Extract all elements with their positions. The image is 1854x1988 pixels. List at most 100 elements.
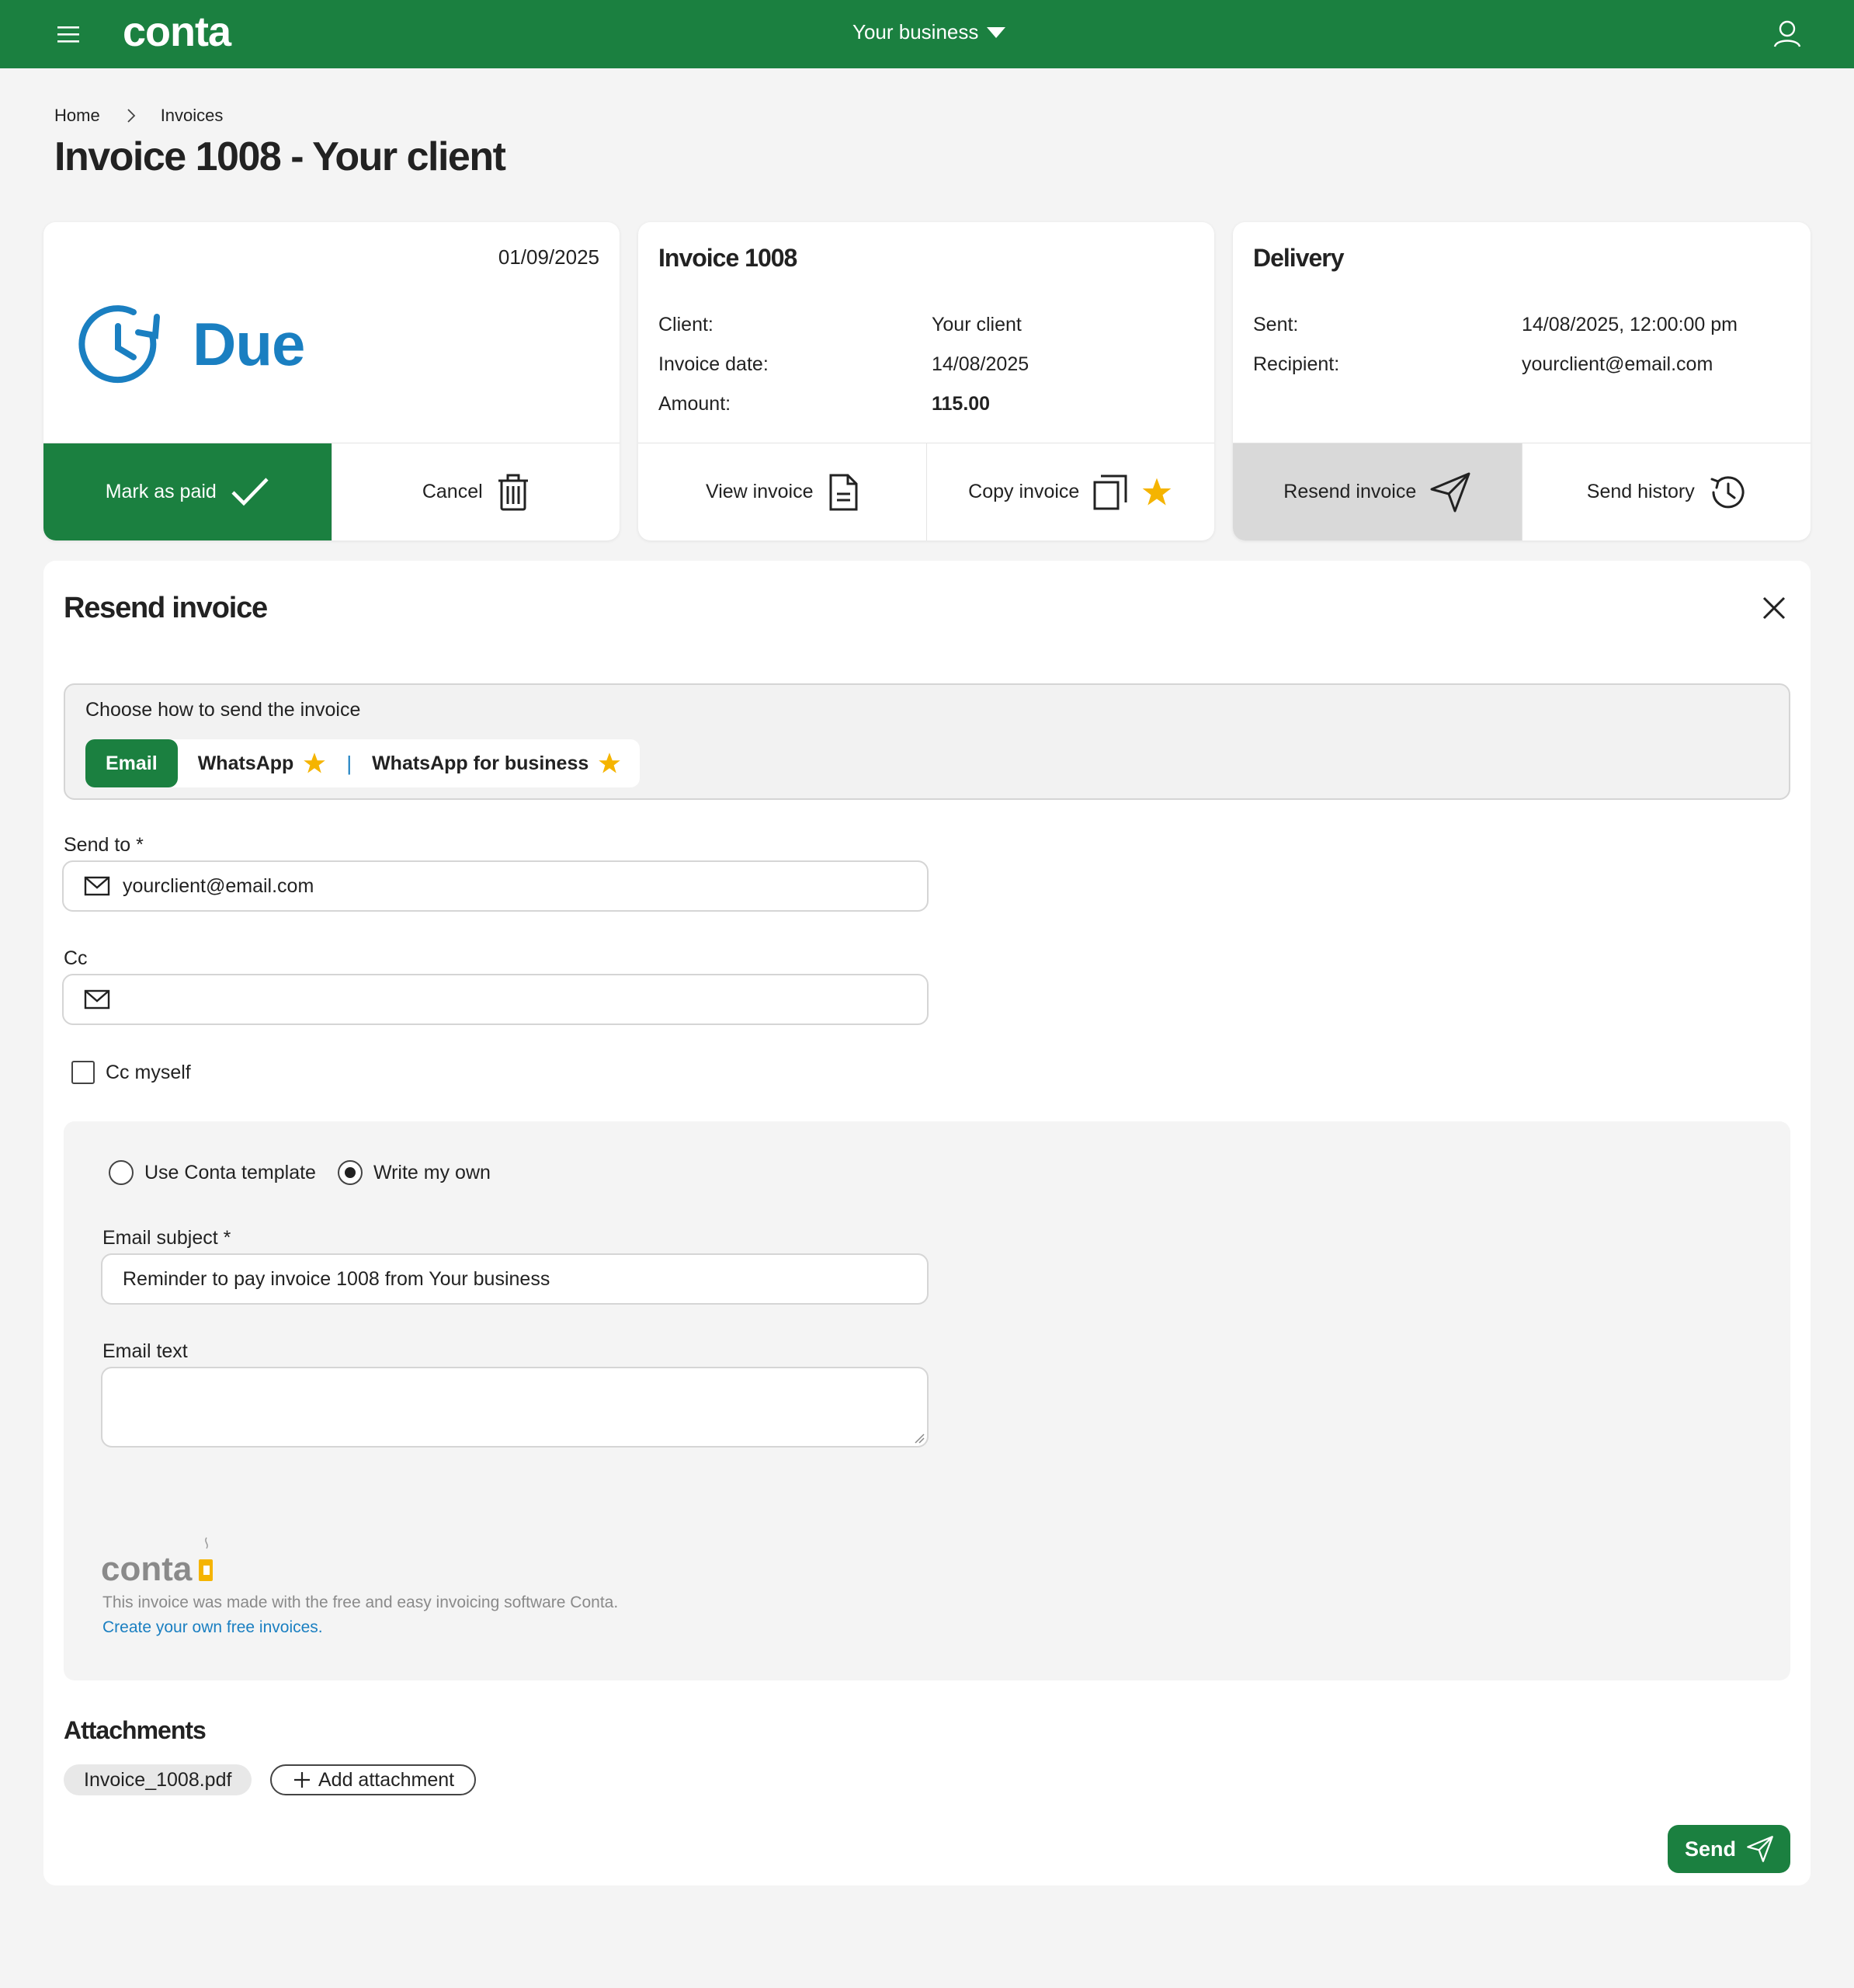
send-method-box: Choose how to send the invoice Email Wha… <box>64 683 1790 800</box>
send-icon <box>1430 472 1470 512</box>
resend-invoice-label: Resend invoice <box>1283 481 1417 502</box>
send-button[interactable]: Send <box>1668 1825 1790 1873</box>
business-name: Your business <box>852 20 979 43</box>
invoice-card: Invoice 1008 Client: Your client Invoice … <box>638 222 1214 540</box>
method-whatsapp-option[interactable]: WhatsApp <box>178 739 327 787</box>
chevron-right-icon <box>127 109 135 123</box>
clock-icon <box>78 305 160 384</box>
invoice-date-value: 14/08/2025 <box>932 353 1029 375</box>
business-selector[interactable]: Your business <box>852 20 1006 44</box>
method-whatsapp-business-option[interactable]: WhatsApp for business <box>372 739 621 787</box>
email-content-box: Use Conta template Write my own Email su… <box>64 1121 1790 1680</box>
client-value: Your client <box>932 314 1022 335</box>
footer-link[interactable]: Create your own free invoices. <box>102 1618 323 1637</box>
whatsapp-business-label: WhatsApp for business <box>372 752 589 774</box>
amount-value: 115.00 <box>932 393 991 415</box>
mail-icon <box>84 876 110 896</box>
attachment-chip[interactable]: Invoice_1008.pdf <box>64 1764 252 1795</box>
mail-icon <box>84 989 110 1010</box>
copy-invoice-button[interactable]: Copy invoice <box>925 443 1215 540</box>
email-subject-label: Email subject * <box>102 1227 231 1249</box>
use-template-option[interactable]: Use Conta template <box>109 1160 316 1185</box>
add-attachment-label: Add attachment <box>318 1768 455 1791</box>
mark-as-paid-label: Mark as paid <box>105 481 217 502</box>
resend-panel: Resend invoice Choose how to send the in… <box>43 561 1811 1885</box>
app-logo[interactable]: conta <box>123 8 231 56</box>
user-icon[interactable] <box>1772 19 1802 48</box>
send-icon <box>1747 1836 1773 1862</box>
page-title: Invoice 1008 - Your client <box>54 134 506 179</box>
cc-field[interactable] <box>62 974 929 1025</box>
invoice-date-label: Invoice date: <box>658 353 769 375</box>
view-invoice-button[interactable]: View invoice <box>638 443 926 540</box>
email-text-area[interactable] <box>101 1367 929 1448</box>
resize-handle-icon[interactable] <box>914 1433 925 1444</box>
template-choice: Use Conta template Write my own <box>109 1160 512 1185</box>
history-icon <box>1710 475 1745 508</box>
breadcrumb: Home Invoices <box>54 106 223 126</box>
amount-label: Amount: <box>658 393 731 415</box>
document-icon <box>829 474 857 510</box>
breadcrumb-invoices[interactable]: Invoices <box>161 106 224 126</box>
sent-value: 14/08/2025, 12:00:00 pm <box>1522 314 1738 335</box>
use-template-radio[interactable] <box>109 1160 134 1185</box>
cancel-label: Cancel <box>422 481 483 502</box>
star-icon <box>1142 478 1172 506</box>
breadcrumb-home[interactable]: Home <box>54 106 100 126</box>
trash-icon <box>498 474 528 510</box>
email-subject-field[interactable]: Reminder to pay invoice 1008 from Your b… <box>101 1253 929 1305</box>
client-label: Client: <box>658 314 713 335</box>
resend-panel-title: Resend invoice <box>64 592 268 624</box>
write-own-label: Write my own <box>373 1161 491 1183</box>
delivery-card-title: Delivery <box>1253 244 1345 272</box>
invoice-details: Client: Your client Invoice date: 14/08/20… <box>658 314 1199 433</box>
invoice-card-title: Invoice 1008 <box>658 244 797 272</box>
sent-label: Sent: <box>1253 314 1299 335</box>
view-invoice-label: View invoice <box>705 481 814 502</box>
mark-as-paid-button[interactable]: Mark as paid <box>43 443 332 540</box>
send-history-button[interactable]: Send history <box>1521 443 1811 540</box>
cc-myself-label: Cc myself <box>106 1061 191 1083</box>
status-card: 01/09/2025 Due Mark as paid Cancel <box>43 222 620 540</box>
footer-note: This invoice was made with the free and … <box>102 1594 619 1611</box>
write-own-radio[interactable] <box>337 1160 363 1185</box>
menu-icon[interactable] <box>56 22 81 47</box>
send-method-selector: Email WhatsApp | WhatsApp for business <box>85 739 641 787</box>
due-date: 01/09/2025 <box>498 245 599 269</box>
star-icon <box>599 752 621 773</box>
whatsapp-label: WhatsApp <box>197 752 294 774</box>
delivery-details: Sent: 14/08/2025, 12:00:00 pm Recipient: y… <box>1253 314 1795 393</box>
cancel-invoice-button[interactable]: Cancel <box>331 443 620 540</box>
email-text-label: Email text <box>102 1340 188 1362</box>
status-text: Due <box>193 310 305 378</box>
copy-invoice-label: Copy invoice <box>968 481 1080 502</box>
send-to-label: Send to * <box>64 834 144 856</box>
send-to-field[interactable]: yourclient@email.com <box>62 860 929 912</box>
divider: | <box>346 751 352 775</box>
delivery-card: Delivery Sent: 14/08/2025, 12:00:00 pm Re… <box>1233 222 1811 540</box>
copy-icon <box>1093 474 1127 509</box>
send-to-value: yourclient@email.com <box>123 874 314 897</box>
recipient-value: yourclient@email.com <box>1522 353 1713 375</box>
footer-logo-text: conta <box>101 1550 193 1588</box>
use-template-label: Use Conta template <box>144 1161 316 1183</box>
coffee-cup-icon <box>199 1537 214 1581</box>
cc-myself-row: Cc myself <box>71 1061 191 1084</box>
send-history-label: Send history <box>1586 481 1695 502</box>
write-own-option[interactable]: Write my own <box>337 1160 491 1185</box>
recipient-label: Recipient: <box>1253 353 1340 375</box>
cc-label: Cc <box>64 947 88 969</box>
plus-icon <box>294 1772 310 1788</box>
add-attachment-button[interactable]: Add attachment <box>270 1764 477 1795</box>
email-subject-value: Reminder to pay invoice 1008 from Your b… <box>123 1267 550 1290</box>
close-icon[interactable] <box>1761 595 1787 621</box>
cc-myself-checkbox[interactable] <box>71 1061 95 1084</box>
method-email-option[interactable]: Email <box>85 739 178 787</box>
chevron-down-icon <box>987 26 1006 38</box>
attachments-title: Attachments <box>64 1716 207 1744</box>
send-method-label: Choose how to send the invoice <box>85 699 361 721</box>
resend-invoice-button[interactable]: Resend invoice <box>1233 443 1522 540</box>
star-icon <box>304 752 326 773</box>
check-icon <box>231 477 269 506</box>
top-bar: conta Your business <box>0 0 1854 68</box>
